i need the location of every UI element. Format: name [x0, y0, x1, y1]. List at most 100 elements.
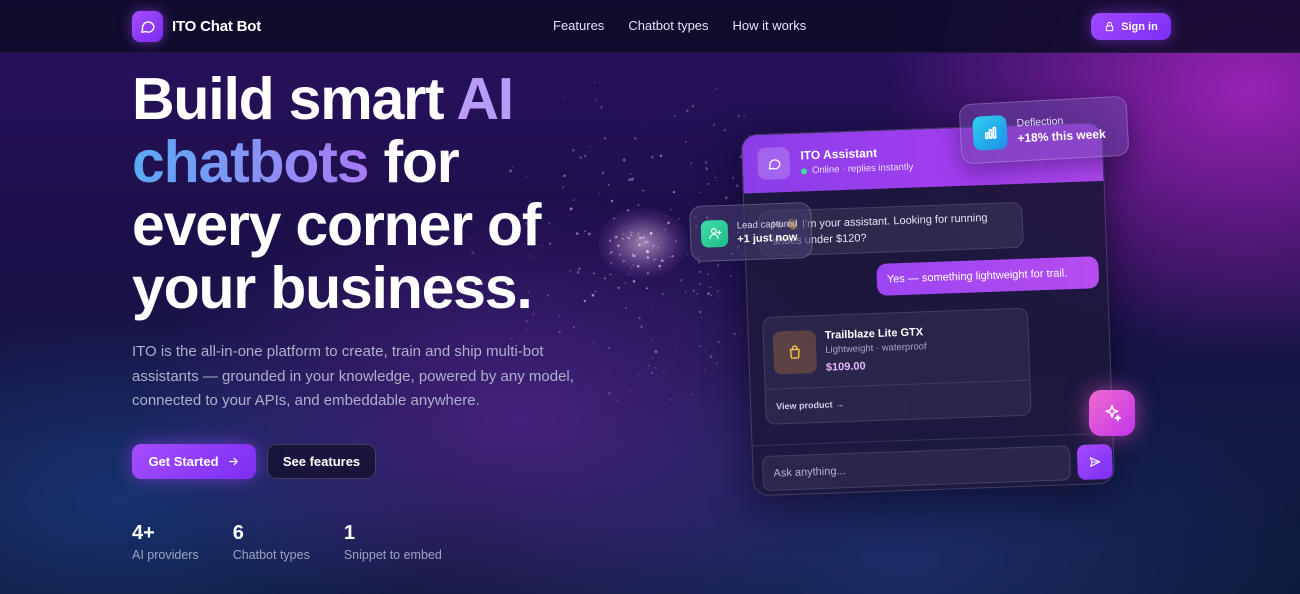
sparkle-button[interactable] — [1089, 390, 1135, 436]
sign-in-button[interactable]: Sign in — [1091, 13, 1171, 40]
particle-dot — [699, 310, 702, 314]
get-started-label: Get Started — [148, 454, 219, 469]
particle-dot — [699, 345, 702, 348]
particle-dot — [698, 261, 700, 264]
particle-dot — [614, 396, 617, 399]
product-summary: Trailblaze Lite GTX Lightweight · waterp… — [763, 308, 1030, 390]
nav-link-features[interactable]: Features — [553, 18, 604, 33]
stat-item: 1 Snippet to embed — [344, 522, 442, 562]
stats-row: 4+ AI providers 6 Chatbot types 1 Snippe… — [132, 522, 476, 562]
stat-label: Snippet to embed — [343, 548, 442, 562]
particle-dot — [673, 331, 675, 334]
particle-dot — [704, 161, 708, 164]
particle-dot — [723, 129, 726, 132]
lead-captured-tile: Lead captured +1 just now — [689, 201, 813, 263]
deflection-text: Deflection +18% this week — [1016, 113, 1107, 146]
bar-chart-icon — [972, 114, 1008, 151]
stat-label: Chatbot types — [232, 548, 310, 562]
hero-title: Build smart AI chatbots for every corner… — [132, 68, 692, 320]
product-price: $109.00 — [825, 359, 866, 374]
assistant-status-text: Online · replies instantly — [811, 161, 914, 177]
particle-dot — [616, 399, 619, 403]
product-card[interactable]: Trailblaze Lite GTX Lightweight · waterp… — [762, 307, 1032, 425]
brand[interactable]: ITO Chat Bot — [132, 11, 261, 42]
particle-dot — [608, 391, 611, 395]
user-message: Yes — something lightweight for trail. — [876, 256, 1100, 296]
particle-dot — [714, 176, 716, 179]
hero-subtitle: ITO is the all-in-one platform to create… — [132, 343, 574, 409]
lead-value: +1 just now — [737, 230, 798, 245]
particle-dot — [707, 178, 709, 181]
particle-dot — [738, 329, 741, 332]
sign-in-label: Sign in — [1121, 20, 1158, 33]
particle-dot — [640, 325, 643, 328]
particle-dot — [704, 349, 707, 352]
product-info: Trailblaze Lite GTX Lightweight · waterp… — [824, 325, 928, 374]
title-part: Build smart — [132, 66, 457, 132]
title-highlight-ai: AI — [456, 66, 514, 132]
assistant-name: ITO Assistant — [800, 145, 878, 163]
particle-dot — [637, 373, 640, 376]
particle-dot — [710, 294, 713, 297]
particle-dot — [717, 295, 720, 298]
particle-dot — [704, 369, 706, 371]
stat-label: AI providers — [132, 548, 199, 562]
deflection-stat-tile: Deflection +18% this week — [958, 95, 1130, 165]
online-dot-icon — [800, 167, 808, 174]
particle-dot — [662, 371, 665, 374]
title-part: for — [368, 129, 459, 195]
see-features-button[interactable]: See features — [267, 444, 376, 479]
particle-dot — [732, 176, 735, 179]
product-name: Trailblaze Lite GTX — [824, 325, 924, 342]
particle-dot — [737, 114, 740, 118]
particle-dot — [692, 289, 695, 292]
particle-dot — [724, 196, 728, 200]
particle-dot — [729, 274, 732, 277]
particle-dot — [699, 270, 702, 273]
particle-dot — [640, 330, 642, 332]
particle-dot — [716, 290, 720, 293]
particle-dot — [735, 184, 739, 188]
particle-dot — [629, 390, 632, 393]
particle-dot — [715, 179, 718, 182]
title-part: your business. — [132, 255, 533, 321]
particle-dot — [698, 282, 702, 286]
product-description: Lightweight · waterproof — [825, 340, 927, 356]
particle-dot — [743, 115, 746, 118]
see-features-label: See features — [282, 454, 361, 469]
particle-dot — [769, 125, 771, 128]
send-button[interactable] — [1076, 443, 1113, 481]
particle-dot — [513, 324, 516, 327]
chat-input[interactable] — [761, 445, 1071, 492]
particle-dot — [651, 339, 654, 341]
particle-dot — [623, 345, 625, 347]
deflection-value: +18% this week — [1017, 126, 1107, 146]
particle-dot — [715, 87, 719, 91]
assistant-info: ITO Assistant Online · replies instantly — [800, 145, 913, 177]
top-navbar: ITO Chat Bot Features Chatbot types How … — [0, 0, 1300, 53]
particle-dot — [717, 340, 720, 344]
nav-link-how-it-works[interactable]: How it works — [733, 18, 807, 33]
particle-dot — [733, 332, 736, 335]
user-plus-icon — [700, 219, 729, 248]
particle-dot — [732, 338, 735, 341]
particle-dot — [711, 356, 713, 359]
stat-item: 6 Chatbot types — [233, 522, 310, 562]
chat-bubble-icon — [757, 146, 791, 180]
particle-dot — [690, 393, 693, 396]
particle-dot — [572, 326, 575, 329]
particle-dot — [606, 370, 609, 373]
particle-dot — [651, 357, 654, 360]
nav-link-chatbot-types[interactable]: Chatbot types — [628, 18, 708, 33]
stat-value: 1 — [343, 522, 355, 544]
nav-links: Features Chatbot types How it works — [553, 18, 806, 33]
particle-dot — [713, 123, 716, 127]
lead-text: Lead captured +1 just now — [737, 218, 799, 245]
particle-dot — [691, 104, 694, 108]
particle-dot — [731, 172, 733, 174]
stat-value: 6 — [232, 522, 244, 544]
particle-dot — [654, 367, 657, 369]
get-started-button[interactable]: Get Started — [132, 444, 256, 479]
arrow-right-icon — [228, 457, 238, 466]
sparkles-icon — [1105, 404, 1122, 422]
